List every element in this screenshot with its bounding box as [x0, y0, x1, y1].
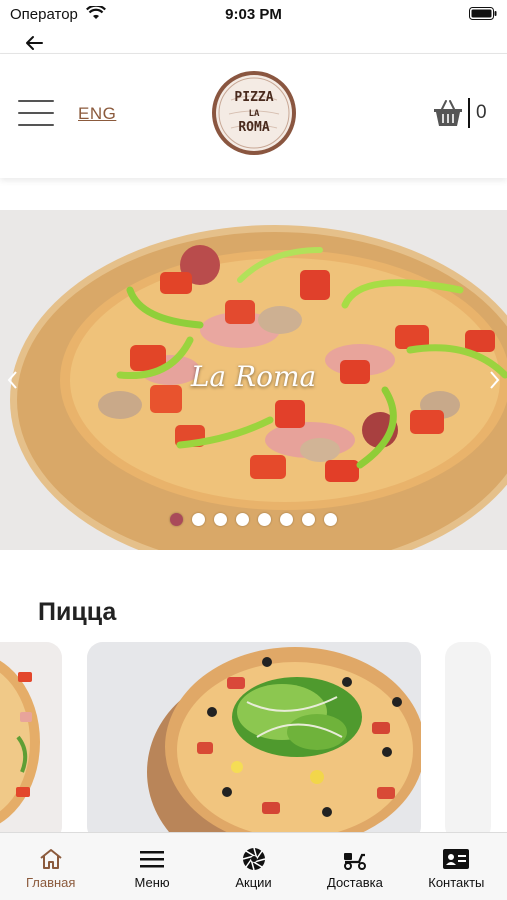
carousel-dot[interactable] — [324, 513, 337, 526]
aperture-icon — [242, 847, 265, 871]
cart-divider — [468, 98, 470, 128]
tab-promotions[interactable]: Акции — [203, 833, 304, 900]
carousel-dot[interactable] — [258, 513, 271, 526]
tab-label: Акции — [235, 875, 272, 890]
carousel-dot[interactable] — [280, 513, 293, 526]
tab-menu[interactable]: Меню — [101, 833, 202, 900]
app-header: ENG PIZZA LA ROMA 0 — [0, 54, 507, 178]
chevron-right-icon[interactable] — [489, 370, 501, 390]
section-title: Пицца — [38, 598, 117, 626]
product-card-next[interactable] — [445, 642, 491, 832]
caesar-pizza-image — [87, 642, 421, 832]
carousel-dot[interactable] — [192, 513, 205, 526]
tab-label: Контакты — [428, 875, 485, 890]
carousel-slide-title: La Roma — [190, 360, 317, 393]
tab-contacts[interactable]: Контакты — [406, 833, 507, 900]
product-card[interactable] — [87, 642, 421, 832]
scooter-icon — [343, 853, 366, 870]
promo-carousel[interactable]: La Roma — [0, 210, 507, 550]
home-icon — [40, 849, 62, 869]
svg-text:PIZZA: PIZZA — [234, 90, 273, 105]
tab-label: Меню — [134, 875, 170, 890]
back-arrow-icon[interactable] — [22, 34, 48, 52]
language-switch[interactable]: ENG — [78, 104, 116, 124]
carousel-dot[interactable] — [214, 513, 227, 526]
tab-label: Главная — [25, 875, 76, 890]
bottom-tab-bar: Главная Меню Акции Доставка Контакты — [0, 832, 507, 900]
tab-label: Доставка — [327, 875, 383, 890]
pizza-thumbnail-image — [0, 642, 62, 832]
clock: 9:03 PM — [225, 6, 282, 23]
status-bar: Оператор 9:03 PM — [0, 0, 507, 30]
tab-home[interactable]: Главная — [0, 833, 101, 900]
tab-delivery[interactable]: Доставка — [304, 833, 405, 900]
product-card-previous[interactable] — [0, 642, 62, 832]
carousel-dot[interactable] — [302, 513, 315, 526]
navigation-bar — [0, 30, 507, 54]
svg-text:ROMA: ROMA — [238, 120, 269, 135]
svg-text:LA: LA — [249, 109, 260, 119]
pizza-la-roma-logo[interactable]: PIZZA LA ROMA — [211, 70, 297, 156]
carousel-pagination — [170, 513, 337, 526]
contact-card-icon — [443, 849, 470, 869]
cart-count[interactable]: 0 — [476, 102, 487, 124]
menu-icon — [140, 851, 165, 868]
product-carousel[interactable] — [0, 642, 507, 832]
chevron-left-icon[interactable] — [6, 370, 18, 390]
carousel-dot[interactable] — [236, 513, 249, 526]
carousel-dot[interactable] — [170, 513, 183, 526]
hamburger-menu-button[interactable] — [18, 100, 54, 126]
battery-icon — [469, 7, 497, 20]
shopping-basket-icon[interactable] — [433, 99, 463, 127]
